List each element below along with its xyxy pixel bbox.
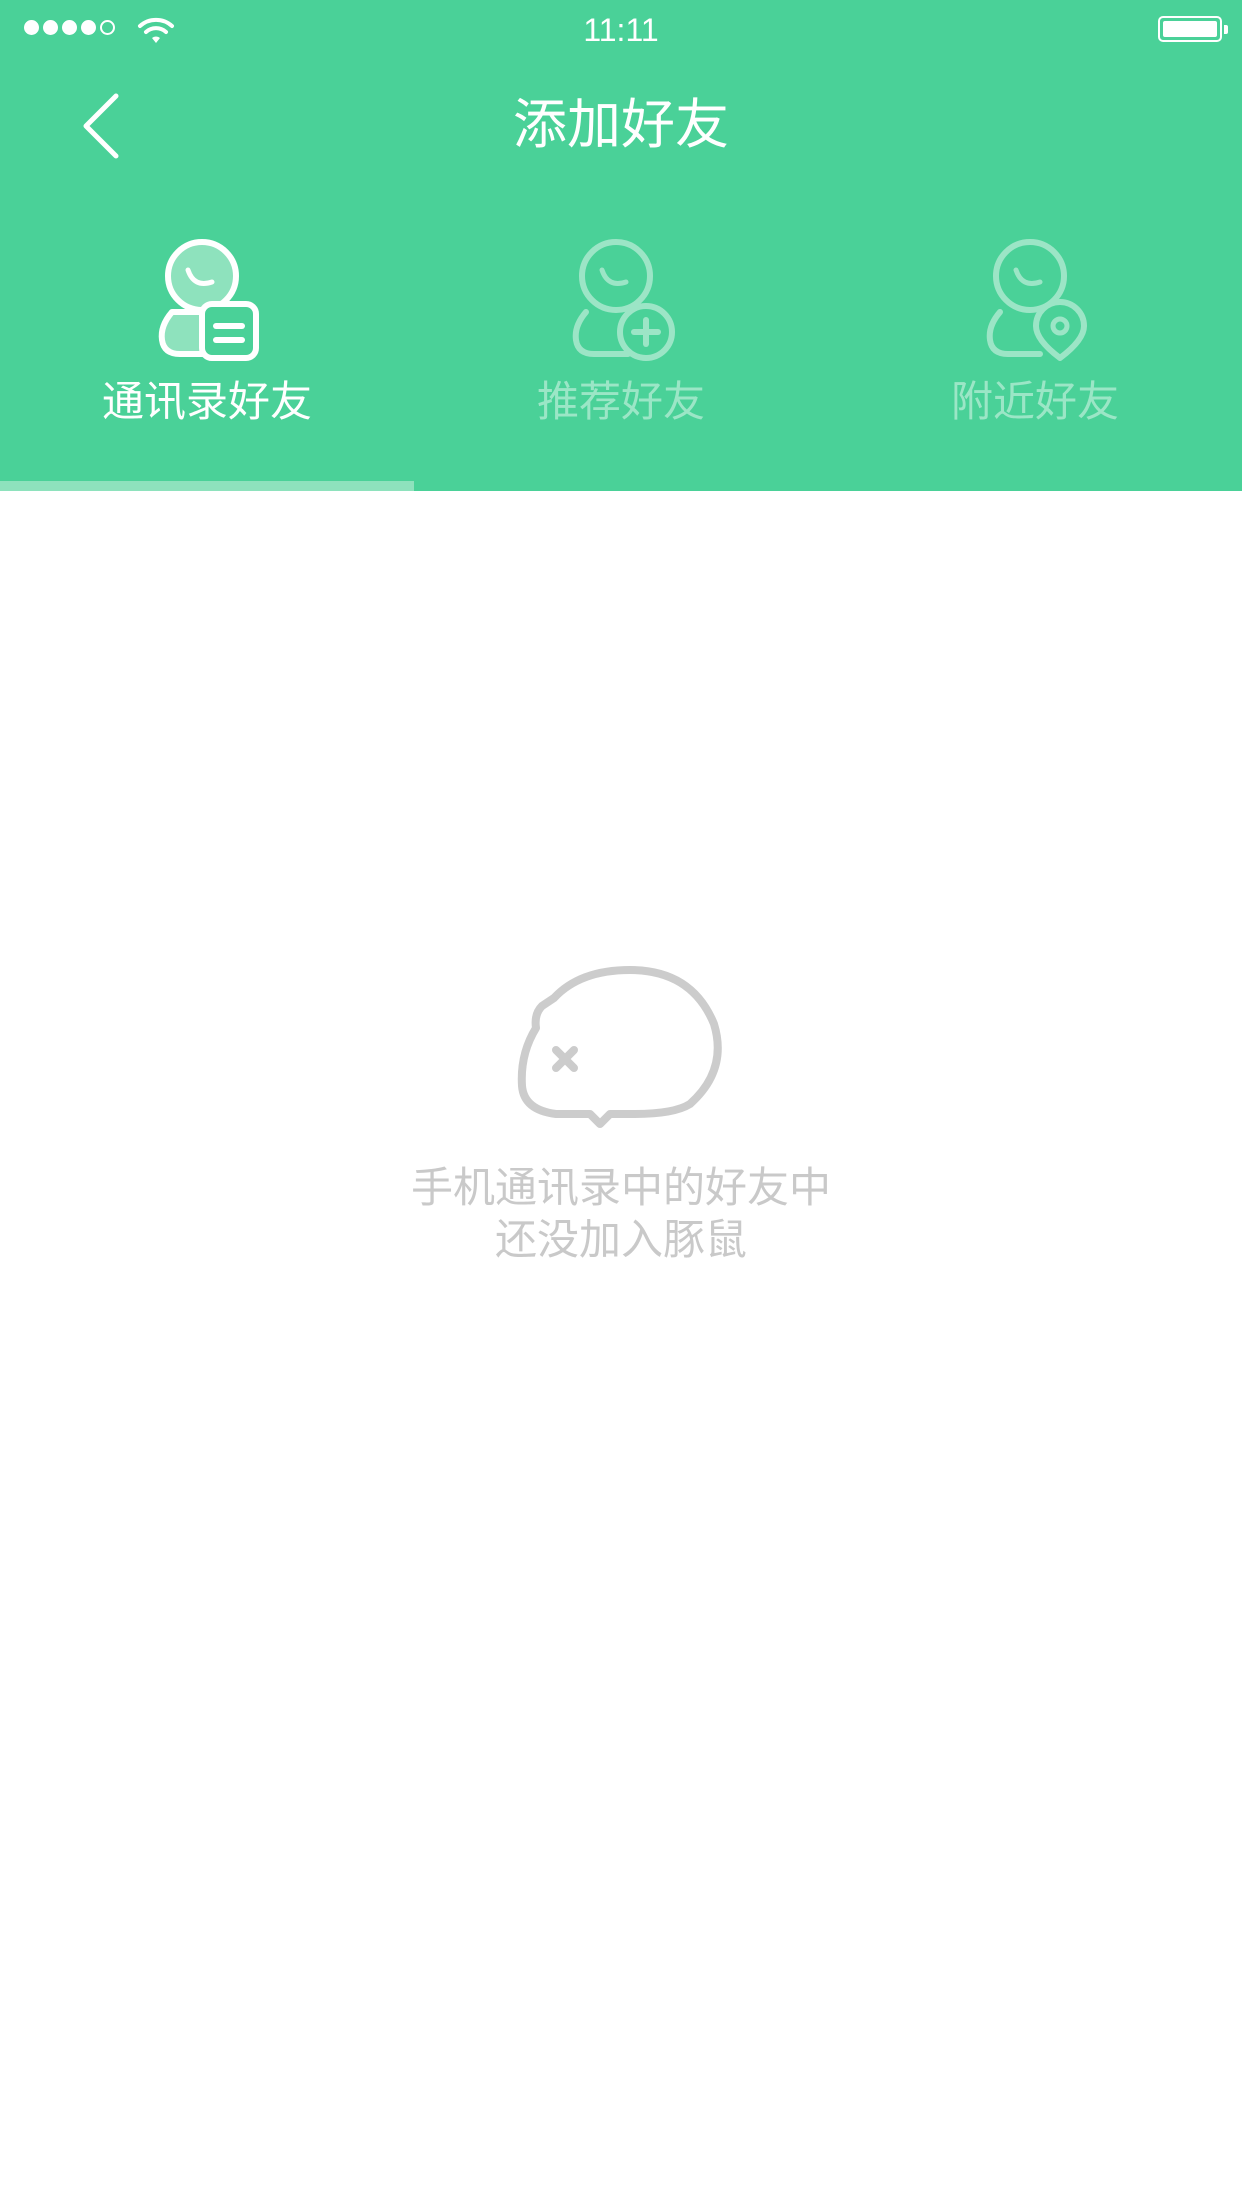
location-user-icon: [986, 239, 1087, 361]
contact-book-user-icon: [158, 239, 259, 361]
tab-label: 附近好友: [950, 377, 1119, 426]
battery-icon: [1158, 16, 1228, 42]
tab-label: 通讯录好友: [101, 377, 312, 426]
tab-indicator: [0, 481, 414, 491]
tab-indicator-track: [0, 481, 1242, 491]
tab-nearby-friends[interactable]: 附近好友: [828, 226, 1242, 466]
empty-state-line1: 手机通讯录中的好友中: [410, 1163, 831, 1212]
hamster-icon: [517, 966, 722, 1128]
page-title: 添加好友: [513, 93, 729, 156]
tab-contacts-friends[interactable]: 通讯录好友: [0, 226, 414, 466]
empty-state-line2: 还没加入豚鼠: [494, 1215, 747, 1264]
header: 11:11 添加好友 通讯录好友 推荐好友 附近好友: [0, 0, 1242, 491]
status-time: 11:11: [583, 12, 659, 48]
tab-bar: 通讯录好友 推荐好友 附近好友: [0, 226, 1242, 466]
add-friends-screen: 11:11 添加好友 通讯录好友 推荐好友 附近好友 手机通讯录中的好友中 还没…: [0, 0, 1242, 2208]
status-bar: 11:11: [0, 0, 1242, 60]
tab-recommended-friends[interactable]: 推荐好友: [414, 226, 828, 466]
empty-state-message: 手机通讯录中的好友中 还没加入豚鼠: [0, 1162, 1242, 1266]
tab-label: 推荐好友: [536, 377, 705, 426]
add-user-icon: [572, 239, 675, 361]
